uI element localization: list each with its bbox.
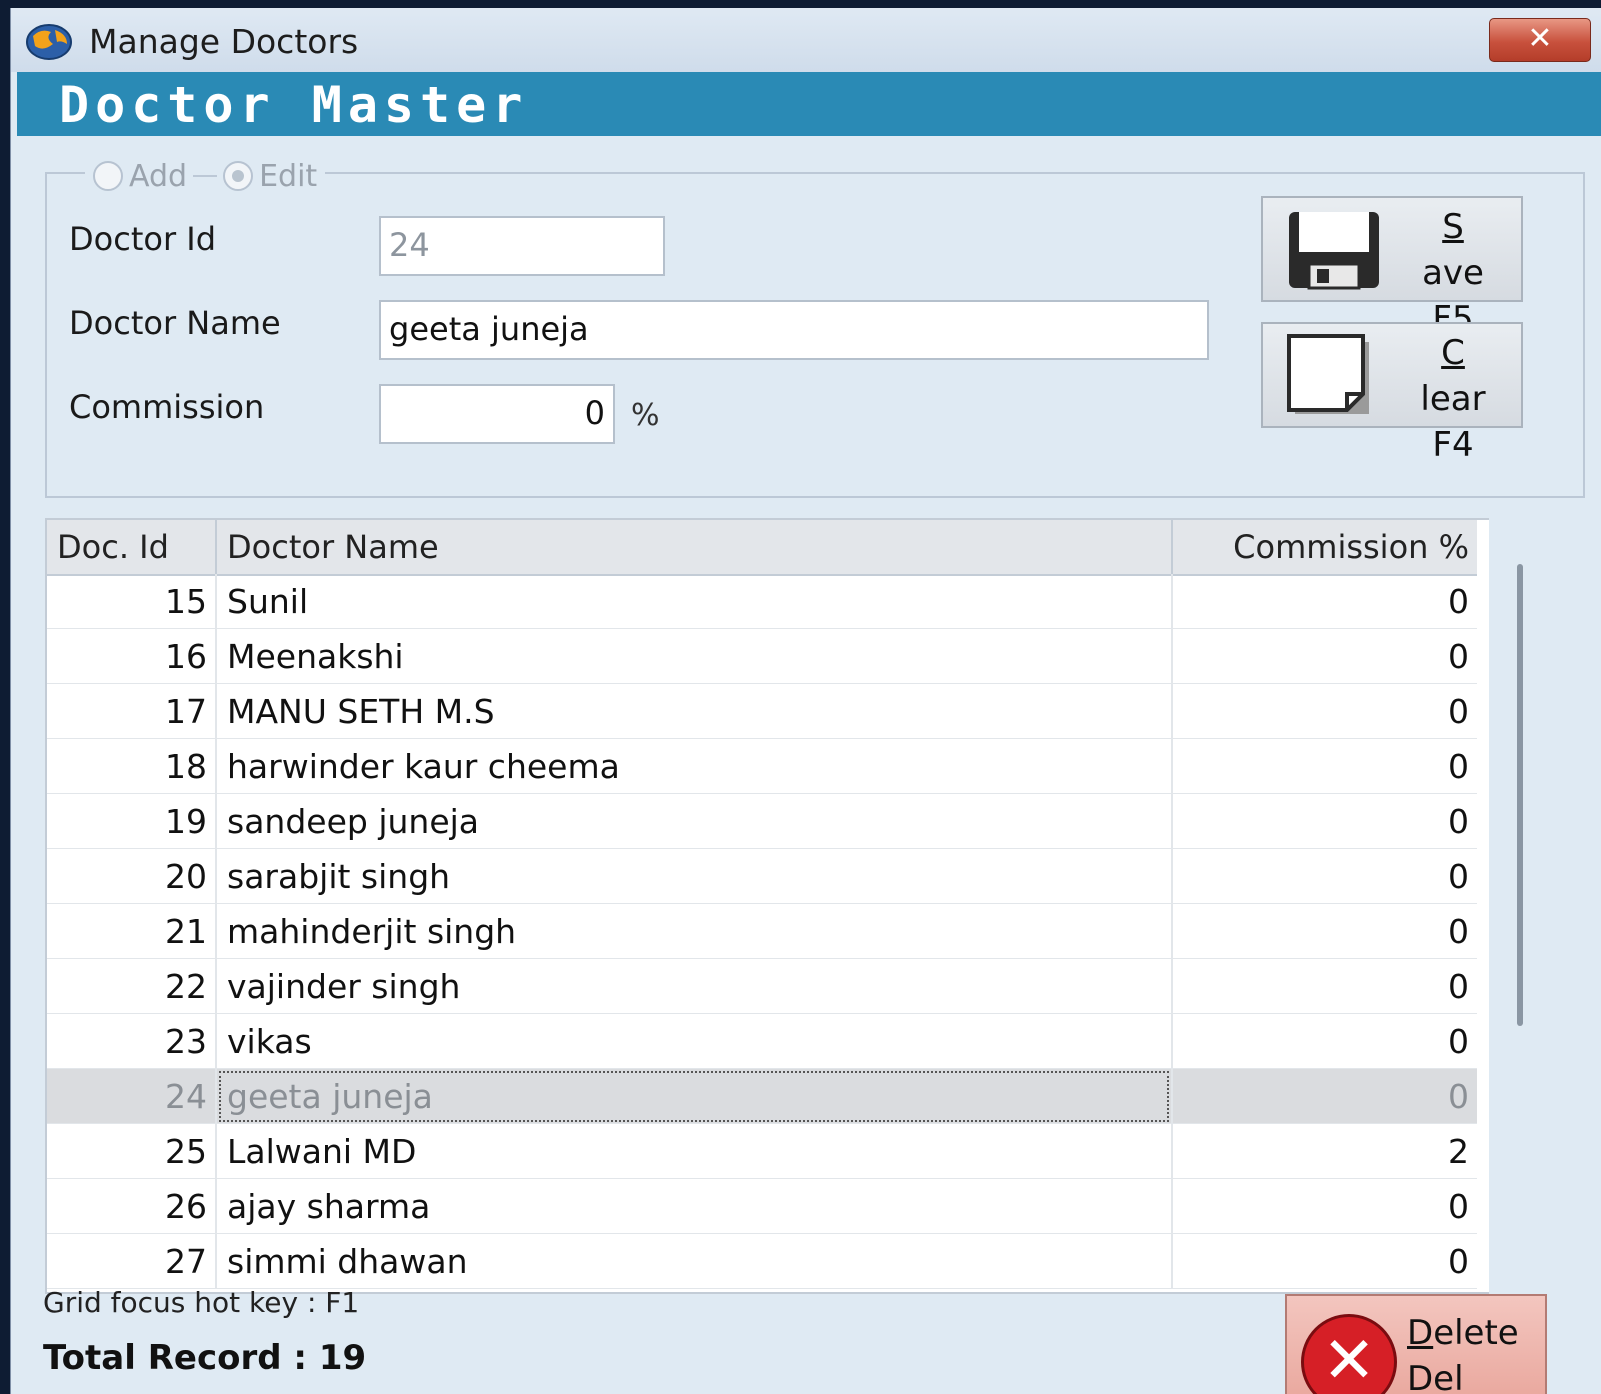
cell-doc-id: 21 [47, 904, 217, 959]
doctor-id-label: Doctor Id [69, 220, 217, 258]
cell-doctor-name: mahinderjit singh [217, 904, 1173, 959]
cell-doctor-name: sandeep juneja [217, 794, 1173, 849]
cell-commission: 0 [1448, 582, 1469, 621]
delete-hotkey: Del [1407, 1359, 1464, 1394]
cell-doctor-name: ajay sharma [217, 1179, 1173, 1234]
cell-doc-id: 26 [47, 1179, 217, 1234]
table-row[interactable]: 25 Lalwani MD 2 [47, 1124, 1477, 1179]
table-row[interactable]: 15 Sunil 0 [47, 574, 1477, 629]
window-title: Manage Doctors [89, 22, 359, 61]
cell-doctor-name: harwinder kaur cheema [217, 739, 1173, 794]
cell-commission: 0 [1448, 1022, 1469, 1061]
add-radio[interactable] [93, 161, 123, 191]
cell-doc-id: 18 [47, 739, 217, 794]
grid-scrollbar[interactable] [1489, 518, 1549, 1294]
commission-field[interactable]: 0 [379, 384, 615, 444]
cell-commission: 0 [1448, 967, 1469, 1006]
manage-doctors-window: Manage Doctors ✕ Doctor Master Add Edit … [10, 8, 1601, 1394]
table-row[interactable]: 21 mahinderjit singh 0 [47, 904, 1477, 959]
cell-doc-id: 17 [47, 684, 217, 739]
column-header-doctor-name[interactable]: Doctor Name [217, 520, 1173, 574]
cell-doctor-name: Lalwani MD [217, 1124, 1173, 1179]
cell-commission: 0 [1448, 692, 1469, 731]
doctor-name-label: Doctor Name [69, 304, 281, 342]
page-title: Doctor Master [59, 76, 529, 134]
grid-hotkey-hint: Grid focus hot key : F1 [43, 1286, 360, 1319]
cell-commission: 0 [1448, 912, 1469, 951]
cell-commission: 0 [1448, 747, 1469, 786]
delete-label-mnemonic: D [1407, 1313, 1434, 1353]
save-label-mnemonic: S [1442, 207, 1464, 247]
percent-sign: % [631, 398, 660, 433]
table-row[interactable]: 16 Meenakshi 0 [47, 629, 1477, 684]
commission-label: Commission [69, 388, 265, 426]
table-row[interactable]: 19 sandeep juneja 0 [47, 794, 1477, 849]
cell-commission: 0 [1448, 637, 1469, 676]
edit-radio[interactable] [223, 161, 254, 191]
column-header-commission[interactable]: Commission % [1173, 520, 1477, 574]
table-row[interactable]: 18 harwinder kaur cheema 0 [47, 739, 1477, 794]
table-row[interactable]: 24 geeta juneja 0 [47, 1069, 1477, 1124]
table-row[interactable]: 17 MANU SETH M.S 0 [47, 684, 1477, 739]
doctors-grid[interactable]: Doc. Id Doctor Name Commission % 15 Sunil… [45, 518, 1525, 1294]
cell-doc-id: 20 [47, 849, 217, 904]
cell-doc-id: 22 [47, 959, 217, 1014]
cell-doc-id: 27 [47, 1234, 217, 1289]
clear-button[interactable]: Clear F4 [1261, 322, 1523, 465]
delete-x-icon: ✕ [1301, 1314, 1397, 1394]
blank-page-icon [1287, 334, 1369, 414]
total-record-count: Total Record : 19 [43, 1338, 367, 1378]
groupbox-border-segment [193, 175, 218, 177]
cell-doc-id: 16 [47, 629, 217, 684]
cell-doctor-name: vikas [217, 1014, 1173, 1069]
clear-label-mnemonic: C [1441, 333, 1465, 373]
clear-label: lear [1420, 379, 1486, 419]
table-row[interactable]: 23 vikas 0 [47, 1014, 1477, 1069]
cell-doctor-name: simmi dhawan [217, 1234, 1173, 1289]
table-row[interactable]: 22 vajinder singh 0 [47, 959, 1477, 1014]
cell-doc-id: 25 [47, 1124, 217, 1179]
close-button[interactable]: ✕ [1489, 18, 1591, 62]
scrollbar-thumb[interactable] [1517, 564, 1523, 1026]
grid-header: Doc. Id Doctor Name Commission % [47, 520, 1477, 576]
mode-radio-group: Add Edit [85, 158, 326, 194]
cell-doctor-name: geeta juneja [217, 1069, 1173, 1124]
cell-commission: 0 [1448, 1077, 1469, 1116]
delete-label: elete [1433, 1313, 1519, 1353]
column-header-doc-id[interactable]: Doc. Id [47, 520, 217, 574]
cell-commission: 0 [1448, 1187, 1469, 1226]
save-label: ave [1422, 253, 1484, 293]
delete-button[interactable]: ✕ Delete Del [1285, 1294, 1547, 1394]
cell-doctor-name: Sunil [217, 574, 1173, 629]
clear-hotkey: F4 [1432, 425, 1474, 465]
cell-doc-id: 19 [47, 794, 217, 849]
cell-commission: 0 [1448, 1242, 1469, 1281]
cell-doctor-name: sarabjit singh [217, 849, 1173, 904]
table-row[interactable]: 27 simmi dhawan 0 [47, 1234, 1477, 1289]
cell-commission: 0 [1448, 857, 1469, 896]
cell-doctor-name: Meenakshi [217, 629, 1173, 684]
cell-doctor-name: MANU SETH M.S [217, 684, 1173, 739]
cell-doc-id: 15 [47, 574, 217, 629]
cell-commission: 2 [1448, 1132, 1469, 1171]
add-radio-label: Add [129, 158, 188, 194]
globe-app-icon [26, 24, 72, 60]
title-bar: Manage Doctors ✕ [11, 8, 1601, 72]
cell-doc-id: 23 [47, 1014, 217, 1069]
edit-radio-label: Edit [259, 158, 318, 194]
header-banner: Doctor Master [17, 72, 1601, 136]
table-row[interactable]: 20 sarabjit singh 0 [47, 849, 1477, 904]
doctor-name-field[interactable]: geeta juneja [379, 300, 1209, 360]
floppy-disk-icon [1289, 212, 1379, 290]
save-button[interactable]: Save F5 [1261, 196, 1523, 339]
cell-doctor-name: vajinder singh [217, 959, 1173, 1014]
doctor-id-field[interactable]: 24 [379, 216, 665, 276]
cell-doc-id: 24 [47, 1069, 217, 1124]
table-row[interactable]: 26 ajay sharma 0 [47, 1179, 1477, 1234]
cell-commission: 0 [1448, 802, 1469, 841]
